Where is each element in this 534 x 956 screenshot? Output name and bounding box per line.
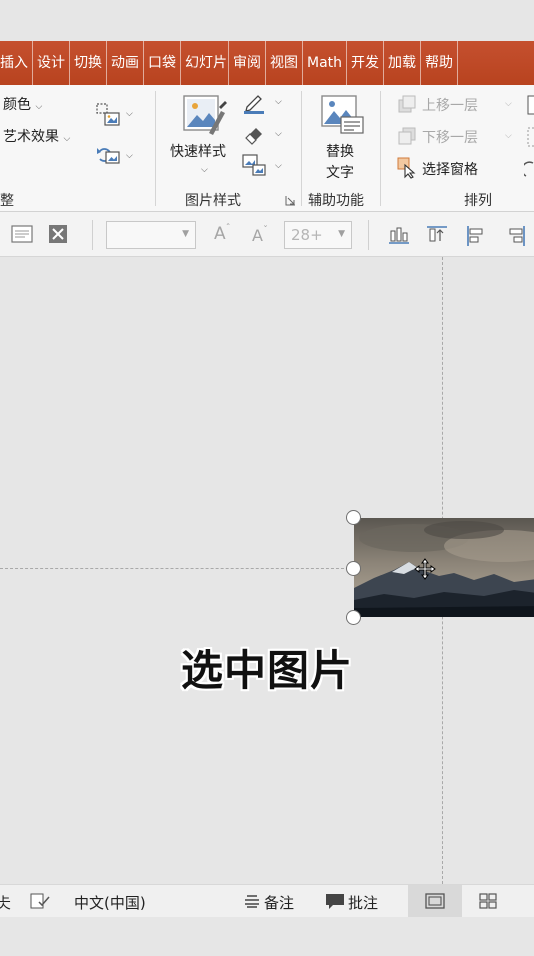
- adjust-group-label: 整: [0, 193, 14, 209]
- resize-handle-middle-left[interactable]: [346, 561, 361, 576]
- quick-styles-icon[interactable]: [183, 95, 227, 135]
- picture-layout-icon[interactable]: [242, 153, 268, 177]
- shrink-font-glyph: A: [252, 226, 263, 245]
- bring-forward-icon: [398, 95, 416, 113]
- chevron-down-icon: ⌵: [505, 131, 512, 141]
- title-bar: [0, 0, 534, 41]
- tab-math[interactable]: Math: [303, 41, 347, 85]
- align-left-icon[interactable]: [466, 225, 486, 247]
- align-top-icon[interactable]: [426, 225, 448, 245]
- picture-styles-group-label: 图片样式: [185, 193, 241, 209]
- chevron-down-icon: ⌵: [126, 151, 133, 161]
- toolbar-separator: [368, 220, 369, 250]
- bring-forward-label: 上移一层: [422, 98, 478, 114]
- quick-styles-label[interactable]: 快速样式: [170, 141, 226, 161]
- tab-help[interactable]: 帮助: [421, 41, 458, 85]
- arrange-group-label: 排列: [464, 193, 492, 209]
- tab-insert[interactable]: 插入: [0, 41, 33, 85]
- reset-picture-icon[interactable]: [96, 145, 122, 167]
- group-separator: [380, 91, 381, 206]
- language-indicator[interactable]: 中文(中国): [74, 892, 146, 913]
- group-separator: [155, 91, 156, 206]
- font-name-combo[interactable]: ▼: [106, 221, 196, 249]
- artistic-effects-button[interactable]: 艺术效果 ⌵: [3, 126, 70, 146]
- notes-label: 备注: [264, 894, 295, 912]
- alt-text-icon[interactable]: [321, 95, 365, 135]
- alt-text-line2[interactable]: 文字: [326, 162, 354, 182]
- resize-handle-bottom-left[interactable]: [346, 610, 361, 625]
- tab-transitions[interactable]: 切换: [70, 41, 107, 85]
- tab-design[interactable]: 设计: [33, 41, 70, 85]
- status-fragment: 仧: [0, 894, 12, 912]
- instruction-caption: 选中图片: [180, 646, 353, 695]
- chevron-down-icon: ⌵: [35, 102, 43, 112]
- alt-text-line1[interactable]: 替换: [326, 141, 354, 161]
- accessibility-check-icon[interactable]: [30, 892, 50, 910]
- tab-animations[interactable]: 动画: [107, 41, 144, 85]
- color-label: 颜色: [3, 97, 31, 113]
- down-arrow-icon: ˇ: [262, 225, 268, 236]
- ribbon-tab-bar: 插入 设计 切换 动画 口袋 幻灯片 审阅 视图 Math 开发 加载 帮助: [0, 41, 534, 85]
- grow-font-button[interactable]: Aˆ: [214, 223, 231, 244]
- chevron-down-icon: ⌵: [63, 134, 71, 144]
- picture-effects-icon[interactable]: [242, 122, 266, 146]
- status-bar: 仧 中文(中国) 备注 批注: [0, 884, 534, 917]
- artistic-effects-label: 艺术效果: [3, 129, 59, 145]
- comments-label: 批注: [348, 894, 379, 912]
- tab-slideshow[interactable]: 幻灯片: [181, 41, 229, 85]
- smart-guide-horizontal: [0, 568, 354, 569]
- slide-sorter-button[interactable]: [464, 885, 512, 917]
- rotate-icon[interactable]: [524, 158, 534, 180]
- shrink-font-button[interactable]: Aˇ: [252, 225, 268, 245]
- tab-view[interactable]: 视图: [266, 41, 303, 85]
- selection-pane-label[interactable]: 选择窗格: [422, 159, 478, 179]
- chevron-down-icon: ⌵: [505, 99, 512, 109]
- tab-developer[interactable]: 开发: [347, 41, 384, 85]
- up-arrow-icon: ˆ: [225, 223, 231, 234]
- chevron-down-icon: ⌵: [126, 109, 133, 119]
- toolbar-separator: [92, 220, 93, 250]
- font-size-value: 28+: [291, 226, 323, 244]
- group-icon[interactable]: [525, 126, 534, 148]
- accessibility-group-label: 辅助功能: [308, 193, 364, 209]
- resize-handle-top-left[interactable]: [346, 510, 361, 525]
- picture-border-icon[interactable]: [242, 91, 266, 115]
- powerpoint-window: { "ribbon_tabs": ["插入", "设计", "切换", "动画"…: [0, 0, 534, 956]
- normal-view-button[interactable]: [408, 885, 462, 917]
- comments-icon: [326, 894, 344, 909]
- dialog-launcher-icon[interactable]: [285, 195, 296, 206]
- font-size-combo[interactable]: 28+ ▼: [284, 221, 352, 249]
- slide-sorter-icon: [479, 893, 497, 909]
- send-backward-label: 下移一层: [422, 130, 478, 146]
- close-icon[interactable]: [48, 224, 68, 244]
- color-button[interactable]: 颜色 ⌵: [3, 94, 42, 114]
- group-separator: [301, 91, 302, 206]
- move-cursor-icon: [414, 558, 436, 580]
- chevron-down-icon: ▼: [338, 229, 345, 239]
- format-toolbar: ▼ Aˆ Aˇ 28+ ▼: [0, 212, 534, 257]
- ribbon-body: 颜色 ⌵ 艺术效果 ⌵ 整 ⌵ ⌵ 快速样式 ⌵ ⌵ ⌵ ⌵ 图片样式 替换 文…: [0, 85, 534, 212]
- normal-view-icon: [425, 893, 445, 909]
- selected-picture[interactable]: [354, 518, 534, 617]
- slide-canvas[interactable]: 选中图片: [0, 257, 534, 884]
- chevron-down-icon: ⌵: [275, 161, 282, 171]
- selection-pane-icon[interactable]: [397, 157, 417, 179]
- chevron-down-icon: ⌵: [275, 129, 282, 139]
- chevron-down-icon: ▼: [182, 229, 189, 239]
- send-backward-icon: [398, 127, 416, 145]
- text-box-icon[interactable]: [11, 225, 33, 243]
- chevron-down-icon: ⌵: [275, 97, 282, 107]
- chevron-down-icon: ⌵: [201, 165, 208, 175]
- tab-addins[interactable]: 加载: [384, 41, 421, 85]
- align-right-icon[interactable]: [506, 225, 526, 247]
- compress-pictures-icon[interactable]: [96, 103, 122, 127]
- grow-font-glyph: A: [214, 224, 226, 244]
- notes-icon: [245, 895, 259, 908]
- tab-review[interactable]: 审阅: [229, 41, 266, 85]
- tab-pocket[interactable]: 口袋: [144, 41, 181, 85]
- distribute-vertical-icon[interactable]: [388, 225, 410, 245]
- align-icon[interactable]: [525, 94, 534, 116]
- window-bottom-area: [0, 917, 534, 956]
